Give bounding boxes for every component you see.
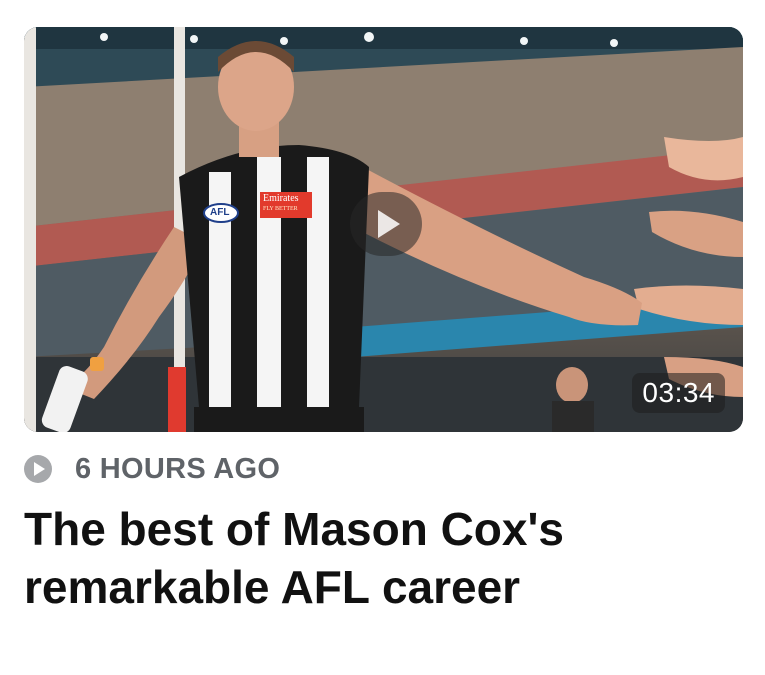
sponsor-tagline: FLY BETTER <box>263 206 298 212</box>
afl-badge-label: AFL <box>210 207 230 218</box>
article-title[interactable]: The best of Mason Cox's remarkable AFL c… <box>24 500 724 616</box>
play-icon <box>378 210 400 238</box>
article-meta: 6 HOURS AGO <box>24 451 280 487</box>
video-duration: 03:34 <box>632 373 725 413</box>
play-button[interactable] <box>350 192 422 256</box>
sponsor-label: Emirates <box>263 193 299 204</box>
video-thumbnail[interactable]: AFL Emirates FLY BETTER 03:34 <box>24 27 743 432</box>
video-card[interactable]: AFL Emirates FLY BETTER 03:34 6 HOURS AG… <box>0 0 765 675</box>
play-circle-icon <box>24 455 52 483</box>
timestamp: 6 HOURS AGO <box>75 452 281 485</box>
